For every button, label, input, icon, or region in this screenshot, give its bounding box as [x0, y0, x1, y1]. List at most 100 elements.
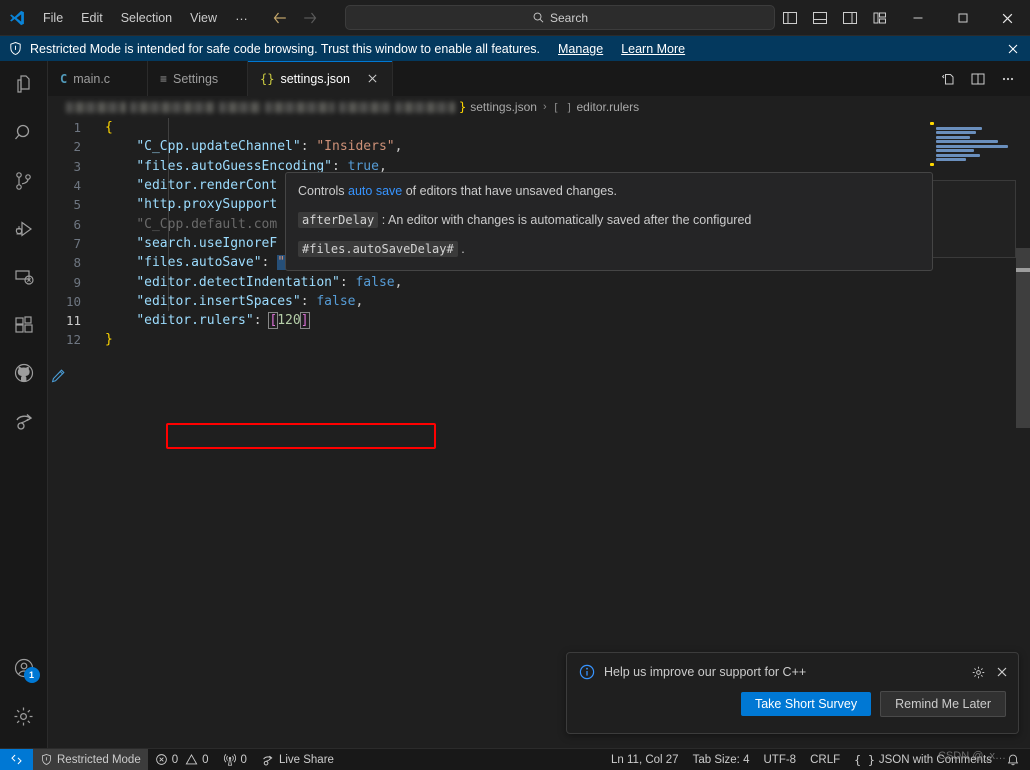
minimize-window-button[interactable]: [895, 0, 940, 36]
account-button[interactable]: 1: [0, 644, 48, 692]
split-editor-icon[interactable]: [964, 62, 992, 96]
sidebar-item-run-and-debug[interactable]: [0, 205, 48, 253]
hover-code-autosavedelay: #files.autoSaveDelay#: [298, 241, 458, 257]
live-share-icon: [261, 753, 275, 767]
code-line[interactable]: 10 "editor.insertSpaces": false,: [48, 292, 948, 311]
status-ports[interactable]: 0: [216, 749, 254, 770]
menu-edit[interactable]: Edit: [73, 7, 111, 29]
ports-radio-tower-icon: [223, 753, 237, 767]
take-short-survey-button[interactable]: Take Short Survey: [740, 692, 872, 716]
close-window-button[interactable]: [985, 0, 1030, 36]
command-center-search[interactable]: Search: [345, 5, 775, 30]
sidebar-item-explorer[interactable]: [0, 61, 48, 109]
customize-layout-icon[interactable]: [865, 0, 895, 36]
code-text: }: [93, 332, 113, 347]
status-eol[interactable]: CRLF: [803, 749, 847, 770]
activity-bar: 1: [0, 61, 48, 748]
code-token: :: [300, 293, 317, 309]
gear-icon[interactable]: [971, 665, 986, 680]
tab-main-c[interactable]: C main.c: [48, 61, 148, 96]
toggle-panel-icon[interactable]: [805, 0, 835, 36]
remind-me-later-button[interactable]: Remind Me Later: [880, 691, 1006, 717]
code-line[interactable]: 2 "C_Cpp.updateChannel": "Insiders",: [48, 137, 948, 156]
manage-settings-button[interactable]: [0, 692, 48, 740]
status-restricted-mode[interactable]: Restricted Mode: [33, 748, 148, 770]
code-token: "search.useIgnoreF: [136, 235, 278, 251]
breadcrumb-file[interactable]: settings.json: [470, 100, 537, 114]
code-line[interactable]: 9 "editor.detectIndentation": false,: [48, 272, 948, 291]
maximize-window-button[interactable]: [940, 0, 985, 36]
minimap-line: [936, 153, 980, 157]
breadcrumb-redacted-segment[interactable]: [395, 101, 455, 113]
breadcrumb-symbol[interactable]: editor.rulers: [576, 100, 639, 114]
sidebar-item-extensions[interactable]: [0, 301, 48, 349]
more-actions-icon[interactable]: [994, 62, 1022, 96]
code-token: }: [105, 332, 113, 348]
scrollbar-thumb[interactable]: [1016, 248, 1030, 428]
code-token: :: [261, 255, 278, 271]
code-token: "http.proxySupport: [136, 197, 278, 213]
line-number: 11: [65, 313, 81, 329]
tab-close-icon[interactable]: [366, 72, 380, 86]
line-number: 7: [73, 235, 81, 251]
toggle-primary-sidebar-icon[interactable]: [775, 0, 805, 36]
open-settings-ui-icon[interactable]: [934, 62, 962, 96]
sidebar-item-source-control[interactable]: [0, 157, 48, 205]
editor-actions: [934, 61, 1030, 96]
banner-message: Restricted Mode is intended for safe cod…: [30, 41, 540, 56]
notification-toast: Help us improve our support for C++ Take…: [566, 652, 1019, 734]
shield-icon: [40, 753, 53, 766]
go-forward-icon[interactable]: [302, 10, 318, 26]
sidebar-item-live-share[interactable]: [0, 397, 48, 445]
code-token: false: [355, 274, 395, 290]
code-token: ,: [394, 274, 403, 290]
breadcrumb-redacted-segment[interactable]: [339, 101, 391, 113]
status-problems[interactable]: 0 0: [148, 749, 216, 770]
status-cursor-position[interactable]: Ln 11, Col 27: [604, 749, 686, 770]
minimap-slider[interactable]: [930, 180, 1016, 258]
code-line[interactable]: 1{: [48, 118, 948, 137]
banner-learn-more-link[interactable]: Learn More: [621, 42, 685, 56]
sidebar-item-search[interactable]: [0, 109, 48, 157]
menu-selection[interactable]: Selection: [113, 7, 180, 29]
warning-icon: [185, 753, 198, 766]
hover-link-auto-save[interactable]: auto save: [348, 184, 402, 198]
menu-view[interactable]: View: [182, 7, 225, 29]
code-token: ]: [299, 312, 310, 330]
breadcrumb-redacted-segment[interactable]: [66, 101, 126, 113]
vscode-logo-icon: [0, 0, 34, 36]
code-text: "C_Cpp.default.com: [93, 217, 277, 232]
menu-more-button[interactable]: …: [227, 5, 257, 31]
breadcrumb-redacted-segment[interactable]: [219, 101, 261, 113]
status-encoding[interactable]: UTF-8: [756, 749, 803, 770]
status-bar: Restricted Mode 0 0 0 Live Share Ln 11, …: [0, 748, 1030, 770]
breadcrumb-redacted-segment[interactable]: [265, 101, 335, 113]
breadcrumb-redacted-segment[interactable]: [130, 101, 215, 113]
tab-settings-json[interactable]: {} settings.json: [248, 61, 393, 96]
banner-manage-link[interactable]: Manage: [558, 42, 603, 56]
remote-window-button[interactable]: [0, 748, 33, 770]
banner-close-icon[interactable]: [1004, 40, 1022, 58]
menu-file[interactable]: File: [35, 7, 71, 29]
editor-tab-bar: C main.c ≡ Settings {} settings.json: [48, 61, 1030, 96]
sidebar-item-github[interactable]: [0, 349, 48, 397]
status-language-mode[interactable]: { } JSON with Comments: [847, 749, 999, 770]
status-tab-size[interactable]: Tab Size: 4: [686, 749, 757, 770]
edit-pencil-icon[interactable]: [50, 368, 66, 384]
code-text: "search.useIgnoreF: [93, 236, 277, 251]
code-line[interactable]: 12}: [48, 330, 948, 349]
code-line[interactable]: 11 "editor.rulers": [120]: [48, 311, 948, 330]
status-bar-right: Ln 11, Col 27 Tab Size: 4 UTF-8 CRLF { }…: [604, 749, 1030, 770]
tab-settings[interactable]: ≡ Settings: [148, 61, 248, 96]
line-number: 9: [73, 274, 81, 290]
status-notifications-bell[interactable]: [999, 749, 1030, 770]
sidebar-item-remote-explorer[interactable]: [0, 253, 48, 301]
status-live-share[interactable]: Live Share: [254, 749, 341, 770]
tab-label: settings.json: [280, 71, 350, 86]
toggle-secondary-sidebar-icon[interactable]: [835, 0, 865, 36]
minimap-line: [936, 149, 974, 152]
go-back-icon[interactable]: [272, 10, 288, 26]
notification-close-icon[interactable]: [996, 666, 1008, 678]
